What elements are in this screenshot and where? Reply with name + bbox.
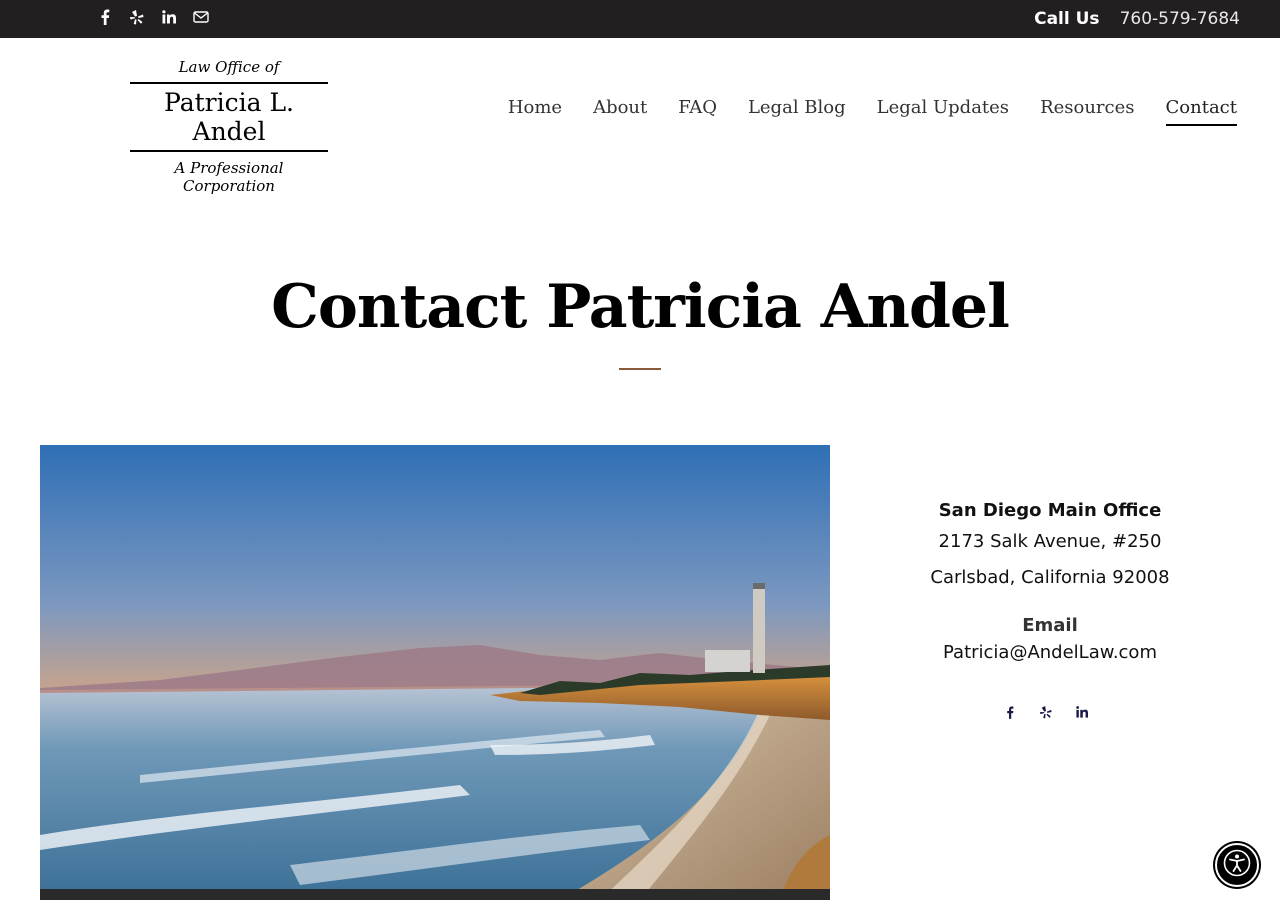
- facebook-icon[interactable]: [96, 8, 114, 26]
- email-label: Email: [1022, 615, 1078, 636]
- address-line1: 2173 Salk Avenue, #250: [938, 531, 1162, 552]
- nav-resources[interactable]: Resources: [1040, 97, 1134, 126]
- top-social-links: [96, 8, 210, 26]
- yelp-icon[interactable]: [1038, 704, 1054, 720]
- email-link[interactable]: Patricia@AndelLaw.com: [880, 638, 1220, 668]
- site-logo[interactable]: Law Office of Patricia L. Andel A Profes…: [128, 58, 330, 195]
- logo-rule-bottom: [130, 150, 328, 152]
- nav-contact[interactable]: Contact: [1165, 97, 1237, 126]
- nav-faq[interactable]: FAQ: [678, 97, 717, 126]
- linkedin-icon[interactable]: [1074, 704, 1090, 720]
- contact-social-links: [872, 704, 1220, 720]
- nav-about[interactable]: About: [593, 97, 647, 126]
- call-us: Call Us 760-579-7684: [1034, 9, 1240, 29]
- accessibility-icon: [1223, 849, 1251, 882]
- logo-line3: A Professional Corporation: [174, 159, 284, 195]
- address-line2: Carlsbad, California 92008: [930, 567, 1170, 588]
- contact-info: San Diego Main Office 2173 Salk Avenue, …: [880, 498, 1220, 720]
- page-title: Contact Patricia Andel: [271, 272, 1010, 342]
- linkedin-icon[interactable]: [160, 8, 178, 26]
- call-us-label: Call Us: [1034, 9, 1100, 29]
- nav-legal-blog[interactable]: Legal Blog: [748, 97, 846, 126]
- nav-home[interactable]: Home: [508, 97, 562, 126]
- accessibility-button[interactable]: [1215, 843, 1259, 887]
- title-divider: [619, 368, 661, 370]
- main-nav: Home About FAQ Legal Blog Legal Updates …: [508, 97, 1237, 126]
- top-bar: Call Us 760-579-7684: [0, 0, 1280, 38]
- phone-link[interactable]: 760-579-7684: [1120, 9, 1240, 29]
- yelp-icon[interactable]: [128, 8, 146, 26]
- logo-line1: Law Office of: [178, 58, 280, 76]
- nav-legal-updates[interactable]: Legal Updates: [877, 97, 1009, 126]
- coastal-photo: [40, 445, 830, 900]
- email-icon[interactable]: [192, 8, 210, 26]
- office-name: San Diego Main Office: [938, 500, 1162, 521]
- logo-line2: Patricia L. Andel: [164, 88, 294, 146]
- facebook-icon[interactable]: [1002, 704, 1018, 720]
